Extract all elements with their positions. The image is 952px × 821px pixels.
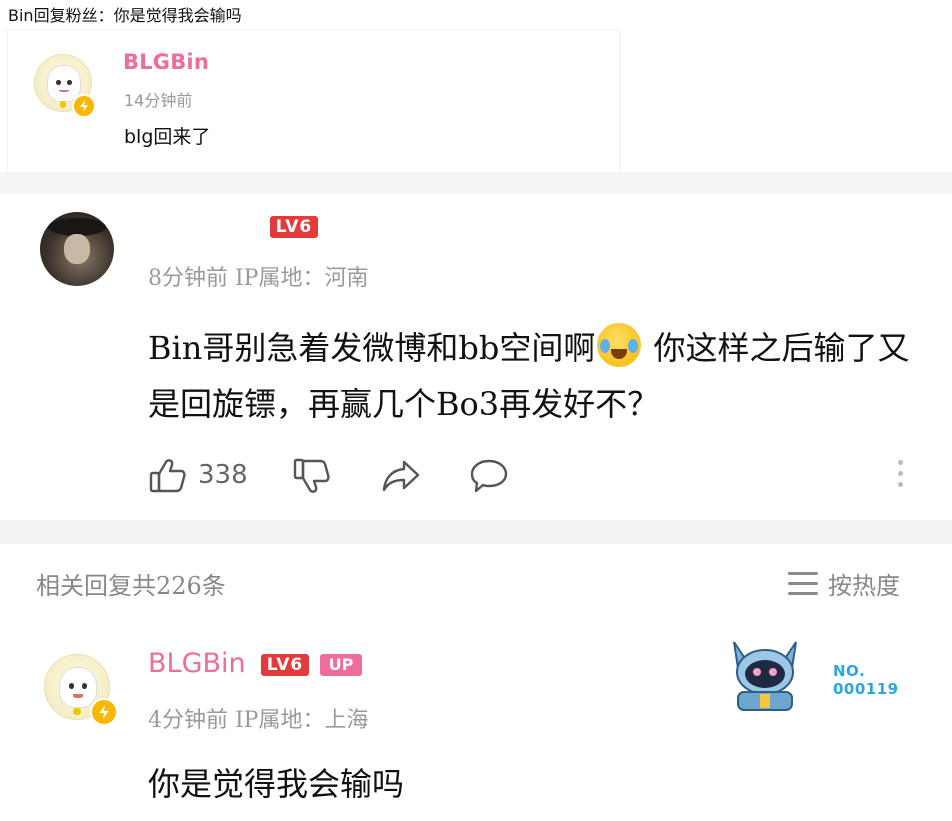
sort-label: 按热度 — [828, 572, 900, 600]
reply-text: 你是觉得我会输吗 — [148, 765, 405, 803]
comment-text: blg回来了 — [124, 126, 211, 148]
avatar[interactable] — [40, 212, 114, 286]
more-icon[interactable] — [898, 460, 906, 493]
crying-laughing-emoji-icon — [597, 323, 642, 367]
fan-medal-character-icon — [720, 634, 810, 714]
username[interactable]: BLGBin — [123, 50, 209, 74]
reply-meta: 4分钟前 IP属地：上海 — [148, 708, 369, 733]
verified-bolt-icon — [72, 94, 96, 118]
weibo-comment-card: BLGBin 14分钟前 blg回来了 — [8, 30, 619, 172]
replies-count: 相关回复共226条 — [36, 572, 226, 600]
comment-text: Bin哥别急着发微博和bb空间啊 你这样之后输了又是回旋镖，再赢几个Bo3再发好… — [148, 320, 928, 432]
divider — [0, 520, 952, 544]
up-badge: UP — [320, 654, 362, 676]
sort-by-hot-button[interactable]: 按热度 — [788, 566, 918, 600]
top-caption: Bin回复粉丝：你是觉得我会输吗 — [8, 6, 242, 25]
like-count: 338 — [198, 460, 248, 490]
comment-meta: 8分钟前 IP属地：河南 — [148, 266, 369, 291]
thumbs-down-icon[interactable] — [292, 456, 332, 496]
bilibili-comment-card: LV6 8分钟前 IP属地：河南 Bin哥别急着发微博和bb空间啊 你这样之后输… — [8, 194, 944, 520]
comment-text-part1: Bin哥别急着发微博和bb空间啊 — [148, 329, 596, 367]
thumbs-up-icon[interactable] — [148, 456, 188, 496]
verified-bolt-icon — [90, 698, 118, 726]
timestamp: 14分钟前 — [124, 91, 193, 110]
comment-icon[interactable] — [468, 456, 510, 496]
share-icon[interactable] — [380, 456, 422, 496]
sort-menu-icon — [788, 572, 818, 602]
divider — [0, 172, 952, 194]
username[interactable]: BLGBin — [148, 648, 246, 679]
replies-section: 相关回复共226条 按热度 BLGBin LV6 UP 4分钟前 IP属地：上海… — [8, 544, 944, 821]
sheep-face-icon — [59, 666, 97, 709]
level-badge: LV6 — [270, 216, 318, 238]
level-badge: LV6 — [261, 654, 309, 676]
fan-medal-number: NO. 000119 — [833, 662, 899, 698]
